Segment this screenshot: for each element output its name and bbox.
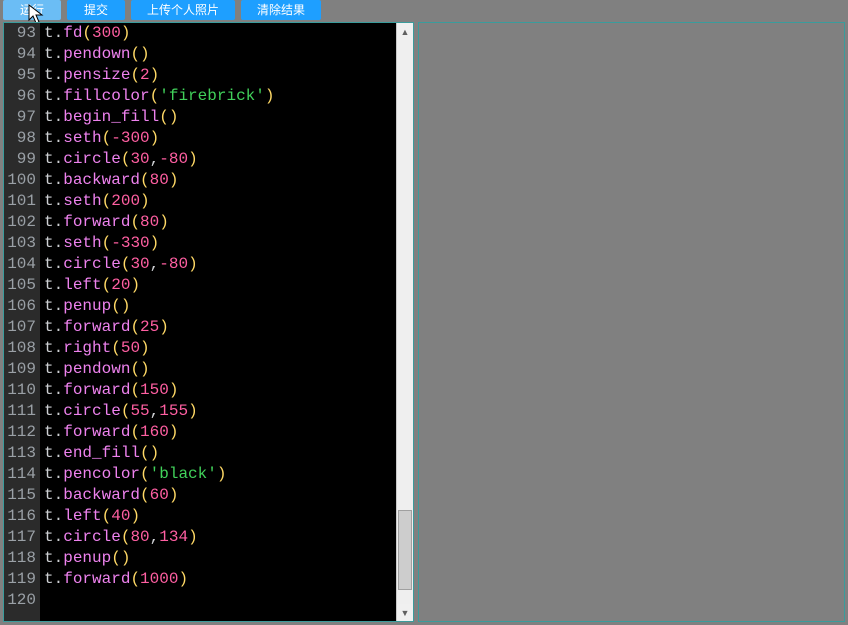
- code-line[interactable]: t.end_fill(): [44, 443, 413, 464]
- code-line[interactable]: t.forward(160): [44, 422, 413, 443]
- toolbar-button-2[interactable]: 上传个人照片: [131, 0, 235, 20]
- main-area: 9394959697989910010110210310410510610710…: [0, 22, 848, 625]
- code-line[interactable]: t.left(40): [44, 506, 413, 527]
- code-line[interactable]: t.backward(60): [44, 485, 413, 506]
- line-number: 96: [4, 86, 36, 107]
- line-number: 97: [4, 107, 36, 128]
- code-line[interactable]: t.forward(150): [44, 380, 413, 401]
- toolbar-button-0[interactable]: 运行: [3, 0, 61, 20]
- line-number: 98: [4, 128, 36, 149]
- line-number: 94: [4, 44, 36, 65]
- line-number: 110: [4, 380, 36, 401]
- code-area[interactable]: 9394959697989910010110210310410510610710…: [4, 23, 413, 621]
- scroll-thumb[interactable]: [398, 510, 412, 590]
- code-line[interactable]: t.pendown(): [44, 44, 413, 65]
- line-number: 115: [4, 485, 36, 506]
- line-number: 109: [4, 359, 36, 380]
- code-line[interactable]: t.circle(30,-80): [44, 149, 413, 170]
- code-line[interactable]: t.penup(): [44, 296, 413, 317]
- code-lines[interactable]: t.fd(300)t.pendown()t.pensize(2)t.fillco…: [40, 23, 413, 621]
- code-line[interactable]: t.forward(1000): [44, 569, 413, 590]
- code-line[interactable]: t.fillcolor('firebrick'): [44, 86, 413, 107]
- code-line[interactable]: t.circle(80,134): [44, 527, 413, 548]
- code-line[interactable]: t.seth(200): [44, 191, 413, 212]
- line-number: 119: [4, 569, 36, 590]
- line-number: 114: [4, 464, 36, 485]
- code-line[interactable]: t.forward(25): [44, 317, 413, 338]
- line-number: 107: [4, 317, 36, 338]
- line-number: 100: [4, 170, 36, 191]
- code-line[interactable]: t.forward(80): [44, 212, 413, 233]
- toolbar-button-3[interactable]: 清除结果: [241, 0, 321, 20]
- vertical-scrollbar[interactable]: ▲ ▼: [396, 23, 413, 621]
- code-line[interactable]: t.seth(-300): [44, 128, 413, 149]
- line-number: 103: [4, 233, 36, 254]
- line-number: 120: [4, 590, 36, 611]
- code-line[interactable]: t.circle(55,155): [44, 401, 413, 422]
- code-line[interactable]: t.seth(-330): [44, 233, 413, 254]
- line-number: 95: [4, 65, 36, 86]
- code-line[interactable]: t.begin_fill(): [44, 107, 413, 128]
- line-number: 105: [4, 275, 36, 296]
- line-number-gutter: 9394959697989910010110210310410510610710…: [4, 23, 40, 621]
- code-line[interactable]: t.right(50): [44, 338, 413, 359]
- scroll-track[interactable]: [397, 40, 413, 604]
- code-line[interactable]: t.pensize(2): [44, 65, 413, 86]
- code-line[interactable]: t.pendown(): [44, 359, 413, 380]
- code-line[interactable]: t.fd(300): [44, 23, 413, 44]
- line-number: 108: [4, 338, 36, 359]
- line-number: 101: [4, 191, 36, 212]
- toolbar: 运行提交上传个人照片清除结果: [0, 0, 848, 22]
- line-number: 112: [4, 422, 36, 443]
- line-number: 116: [4, 506, 36, 527]
- line-number: 102: [4, 212, 36, 233]
- code-line[interactable]: [44, 590, 413, 611]
- scroll-down-arrow[interactable]: ▼: [397, 604, 413, 621]
- line-number: 104: [4, 254, 36, 275]
- code-line[interactable]: t.backward(80): [44, 170, 413, 191]
- toolbar-button-1[interactable]: 提交: [67, 0, 125, 20]
- code-line[interactable]: t.pencolor('black'): [44, 464, 413, 485]
- line-number: 118: [4, 548, 36, 569]
- line-number: 113: [4, 443, 36, 464]
- code-line[interactable]: t.circle(30,-80): [44, 254, 413, 275]
- line-number: 99: [4, 149, 36, 170]
- scroll-up-arrow[interactable]: ▲: [397, 23, 413, 40]
- output-pane: [418, 22, 845, 622]
- code-line[interactable]: t.penup(): [44, 548, 413, 569]
- line-number: 106: [4, 296, 36, 317]
- line-number: 117: [4, 527, 36, 548]
- code-editor-pane: 9394959697989910010110210310410510610710…: [3, 22, 414, 622]
- line-number: 111: [4, 401, 36, 422]
- code-line[interactable]: t.left(20): [44, 275, 413, 296]
- line-number: 93: [4, 23, 36, 44]
